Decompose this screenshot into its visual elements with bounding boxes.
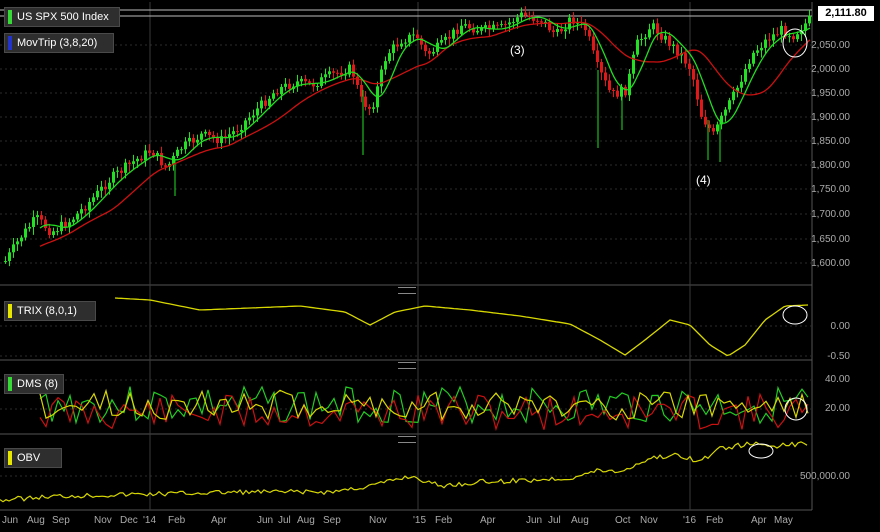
y-tick: 2,000.00 (811, 64, 850, 75)
legend-spx-label: US SPX 500 Index (17, 11, 109, 23)
y-tick: 1,650.00 (811, 234, 850, 245)
y-tick: 1,850.00 (811, 136, 850, 147)
legend-obv[interactable]: OBV (4, 448, 62, 468)
x-tick: Nov (640, 515, 658, 526)
highlight-circle-trix (782, 305, 808, 325)
x-tick: Jun (2, 515, 19, 526)
panel-resize-handle[interactable] (398, 436, 416, 443)
y-tick: 2,050.00 (811, 40, 850, 51)
legend-trix-swatch (8, 304, 12, 318)
wave-annotation-4: (4) (696, 173, 711, 187)
x-tick: Feb (435, 515, 453, 526)
x-tick: Sep (52, 515, 70, 526)
x-tick: Jul (278, 515, 291, 526)
legend-movtrip-swatch (8, 36, 12, 50)
y-tick: 1,700.00 (811, 209, 850, 220)
panel-resize-handle[interactable] (398, 287, 416, 294)
y-tick: 1,800.00 (811, 160, 850, 171)
obv-line (0, 441, 808, 503)
trix-line (114, 297, 809, 357)
x-tick: Apr (480, 515, 496, 526)
x-tick: Aug (297, 515, 315, 526)
last-price-badge: 2,111.80 (818, 6, 874, 21)
legend-movtrip[interactable]: MovTrip (3,8,20) (4, 33, 114, 53)
legend-movtrip-label: MovTrip (3,8,20) (17, 37, 98, 49)
x-tick: Feb (168, 515, 186, 526)
legend-dms-swatch (8, 377, 12, 391)
chart-canvas[interactable] (0, 0, 880, 532)
x-tick: May (774, 515, 793, 526)
wave-annotation-3: (3) (510, 43, 525, 57)
legend-spx[interactable]: US SPX 500 Index (4, 7, 120, 27)
x-tick: '16 (683, 515, 697, 526)
x-tick: Apr (211, 515, 227, 526)
x-tick: Jul (548, 515, 561, 526)
x-tick: Aug (27, 515, 45, 526)
x-tick: Dec (120, 515, 138, 526)
legend-obv-label: OBV (17, 452, 41, 464)
highlight-circle-obv (748, 443, 774, 459)
dms-y-tick: 20.00 (824, 403, 850, 414)
legend-trix[interactable]: TRIX (8,0,1) (4, 301, 96, 321)
legend-spx-swatch (8, 10, 12, 24)
legend-trix-label: TRIX (8,0,1) (17, 305, 77, 317)
x-tick: Sep (323, 515, 341, 526)
panel-resize-handle[interactable] (398, 362, 416, 369)
x-tick: Feb (706, 515, 724, 526)
y-tick: 1,950.00 (811, 88, 850, 99)
trix-y-tick: -0.50 (827, 351, 850, 362)
y-tick: 1,750.00 (811, 184, 850, 195)
x-tick: '14 (143, 515, 157, 526)
trix-y-tick: 0.00 (830, 321, 850, 332)
obv-y-tick: 500,000.00 (799, 471, 850, 482)
legend-dms-label: DMS (8) (17, 378, 58, 390)
x-tick: Jun (526, 515, 543, 526)
x-tick: '15 (413, 515, 427, 526)
y-tick: 1,900.00 (811, 112, 850, 123)
x-tick: Aug (571, 515, 589, 526)
x-tick: Oct (615, 515, 631, 526)
x-tick: Jun (257, 515, 274, 526)
x-tick: Apr (751, 515, 767, 526)
grid-lines (0, 2, 813, 511)
legend-dms[interactable]: DMS (8) (4, 374, 64, 394)
x-tick: Nov (369, 515, 387, 526)
dms-y-tick: 40.00 (824, 374, 850, 385)
legend-obv-swatch (8, 451, 12, 465)
x-tick: Nov (94, 515, 112, 526)
y-tick: 1,600.00 (811, 258, 850, 269)
